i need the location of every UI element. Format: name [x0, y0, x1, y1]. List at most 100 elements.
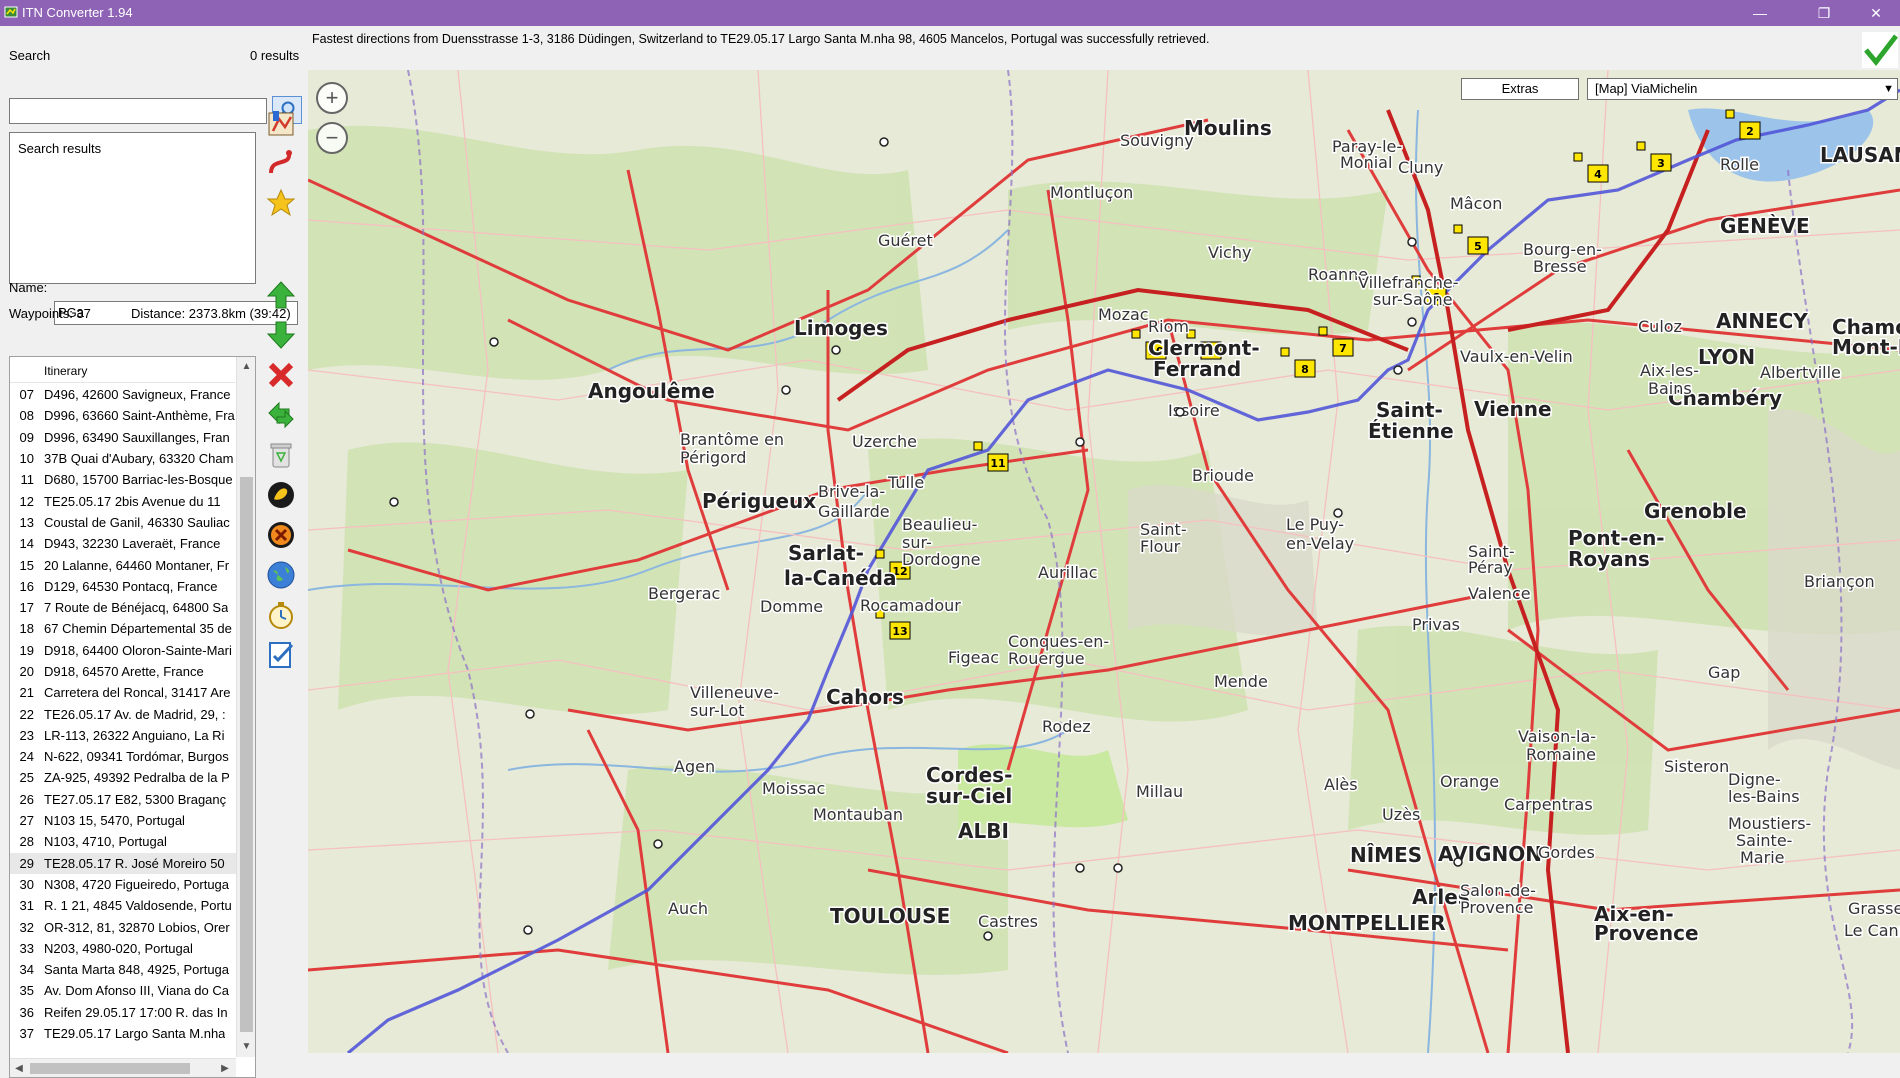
itinerary-row[interactable]: 34 Santa Marta 848, 4925, Portuga — [10, 959, 236, 980]
timer-button[interactable] — [263, 598, 299, 632]
maximize-button[interactable]: ❐ — [1800, 0, 1848, 26]
itinerary-row[interactable]: 19 D918, 64400 Oloron-Sainte-Mari — [10, 640, 236, 661]
itinerary-row[interactable]: 29 TE28.05.17 R. José Moreiro 50 — [10, 852, 236, 874]
map-view[interactable]: 2 3 4 5 6 7 8 9 10 11 12 13 Limoges Clermont- Ferrand… — [308, 70, 1900, 1053]
itinerary-row[interactable]: 30 N308, 4720 Figueiredo, Portuga — [10, 874, 236, 895]
itinerary-row-address: Reifen 29.05.17 17:00 R. das In — [44, 1004, 228, 1020]
city-label: Angoulême — [588, 379, 715, 403]
zoom-in-button[interactable]: + — [316, 82, 348, 114]
delete-button[interactable] — [263, 358, 299, 392]
itinerary-row[interactable]: 13 Coustal de Ganil, 46330 Sauliac — [10, 512, 236, 533]
itinerary-row[interactable]: 08 D996, 63660 Saint-Anthème, Fra — [10, 405, 236, 426]
close-button[interactable]: ✕ — [1852, 0, 1900, 26]
itinerary-row[interactable]: 16 D129, 64530 Pontacq, France — [10, 576, 236, 597]
itinerary-row[interactable]: 10 37B Quai d'Aubary, 63320 Cham — [10, 448, 236, 469]
horizontal-scrollbar[interactable]: ◀ ▶ — [10, 1058, 236, 1077]
arrow-up-icon — [266, 281, 296, 309]
city-label: Romaine — [1526, 745, 1596, 764]
tomtom-button[interactable] — [263, 478, 299, 512]
itinerary-row[interactable]: 33 N203, 4980-020, Portugal — [10, 938, 236, 959]
itinerary-header[interactable]: Itinerary — [10, 357, 235, 383]
minimize-button[interactable]: — — [1736, 0, 1784, 26]
itinerary-row[interactable]: 27 N103 15, 5470, Portugal — [10, 810, 236, 831]
horizontal-scroll-thumb[interactable] — [30, 1063, 190, 1074]
itinerary-row-address: TE28.05.17 R. José Moreiro 50 — [44, 855, 225, 871]
search-results-list[interactable]: Search results — [9, 132, 256, 284]
city-label: Grasse — [1848, 899, 1900, 918]
city-label: Gordes — [1538, 843, 1595, 862]
itinerary-row[interactable]: 32 OR-312, 81, 32870 Lobios, Orer — [10, 916, 236, 937]
import-button[interactable] — [263, 106, 299, 140]
city-label: Villeneuve- — [690, 683, 779, 702]
itinerary-row[interactable]: 23 LR-113, 26322 Anguiano, La Ri — [10, 725, 236, 746]
itinerary-row[interactable]: 11 D680, 15700 Barriac-les-Bosque — [10, 469, 236, 490]
city-label: la-Canéda — [784, 566, 896, 590]
itinerary-row[interactable]: 07 D496, 42600 Savigneux, France — [10, 384, 236, 405]
scroll-up-arrow-icon[interactable]: ▲ — [237, 357, 255, 377]
city-dot — [389, 497, 399, 507]
city-label: Domme — [760, 597, 823, 616]
waypoint-label: 4 — [1594, 168, 1602, 181]
zoom-out-button[interactable]: − — [316, 122, 348, 154]
itinerary-row[interactable]: 14 D943, 32230 Laveraët, France — [10, 533, 236, 554]
route-button[interactable] — [263, 146, 299, 180]
favorites-button[interactable] — [263, 186, 299, 220]
city-label: Brive-la- — [818, 482, 885, 501]
map-canvas[interactable]: 2345678910111213 LimogesClermont-Ferrand… — [308, 70, 1900, 1053]
itinerary-row[interactable]: 36 Reifen 29.05.17 17:00 R. das In — [10, 1002, 236, 1023]
itinerary-row-address: 37B Quai d'Aubary, 63320 Cham — [44, 451, 234, 467]
city-label: Agen — [674, 757, 715, 776]
waypoint-label: 2 — [1746, 125, 1754, 138]
map-import-icon — [268, 111, 294, 136]
search-input[interactable] — [9, 98, 267, 124]
city-label: Le Puy- — [1286, 515, 1344, 534]
itinerary-row[interactable]: 18 67 Chemin Départemental 35 de — [10, 618, 236, 639]
itinerary-row[interactable]: 31 R. 1 21, 4845 Valdosende, Portu — [10, 895, 236, 916]
itinerary-row[interactable]: 12 TE25.05.17 2bis Avenue du 11 — [10, 490, 236, 511]
city-label: Gaillarde — [818, 502, 890, 521]
move-down-button[interactable] — [263, 318, 299, 352]
extras-button[interactable]: Extras — [1461, 78, 1579, 100]
cancel-button[interactable] — [263, 518, 299, 552]
chevron-down-icon: ▼ — [1883, 83, 1894, 95]
scroll-left-arrow-icon[interactable]: ◀ — [10, 1059, 28, 1077]
itinerary-row[interactable]: 20 D918, 64570 Arette, France — [10, 661, 236, 682]
clear-button[interactable] — [263, 438, 299, 472]
itinerary-row-address: N103, 4710, Portugal — [44, 834, 167, 850]
cancel-icon — [268, 522, 294, 548]
scroll-down-arrow-icon[interactable]: ▼ — [237, 1037, 255, 1057]
city-label: Provence — [1460, 898, 1533, 917]
itinerary-row[interactable]: 17 7 Route de Bénéjacq, 64800 Sa — [10, 597, 236, 618]
itinerary-row[interactable]: 25 ZA-925, 49392 Pedralba de la P — [10, 767, 236, 788]
itinerary-row[interactable]: 24 N-622, 09341 Tordómar, Burgos — [10, 746, 236, 767]
itinerary-row[interactable]: 37 TE29.05.17 Largo Santa M.nha — [10, 1023, 236, 1044]
city-label: Marie — [1740, 848, 1784, 867]
itinerary-row-number: 19 — [19, 642, 34, 658]
edit-button[interactable] — [263, 638, 299, 672]
itinerary-row[interactable]: 09 D996, 63490 Sauxillanges, Fran — [10, 427, 236, 448]
itinerary-row[interactable]: 35 Av. Dom Afonso III, Viana do Ca — [10, 980, 236, 1001]
city-label: en-Velay — [1286, 534, 1354, 553]
itinerary-row[interactable]: 15 20 Lalanne, 64460 Montaner, Fr — [10, 554, 236, 575]
itinerary-row[interactable]: 21 Carretera del Roncal, 31417 Are — [10, 682, 236, 703]
itinerary-list[interactable]: Itinerary 07 D496, 42600 Savigneux, Franc… — [9, 356, 256, 1078]
city-dot — [1407, 237, 1417, 247]
itinerary-row[interactable]: 28 N103, 4710, Portugal — [10, 831, 236, 852]
itinerary-row-number: 08 — [19, 408, 34, 424]
globe-button[interactable] — [263, 558, 299, 592]
itinerary-row[interactable]: 26 TE27.05.17 E82, 5300 Braganç — [10, 789, 236, 810]
reverse-button[interactable] — [263, 398, 299, 432]
itinerary-row-number: 36 — [19, 1004, 34, 1020]
itinerary-row-address: D680, 15700 Barriac-les-Bosque — [44, 472, 233, 488]
vertical-scroll-thumb[interactable] — [240, 477, 253, 1032]
itinerary-row-address: TE27.05.17 E82, 5300 Braganç — [44, 791, 227, 807]
itinerary-row[interactable]: 22 TE26.05.17 Av. de Madrid, 29, : — [10, 703, 236, 724]
city-label: Moulins — [1184, 116, 1272, 140]
move-up-button[interactable] — [263, 278, 299, 312]
itinerary-row-address: N103 15, 5470, Portugal — [44, 813, 185, 829]
map-provider-select[interactable]: [Map] ViaMichelin ▼ — [1587, 78, 1898, 100]
vertical-scrollbar[interactable]: ▲ ▼ — [236, 357, 255, 1057]
city-label: Rocamadour — [860, 596, 961, 615]
itinerary-row-number: 30 — [19, 876, 34, 892]
scroll-right-arrow-icon[interactable]: ▶ — [216, 1059, 234, 1077]
